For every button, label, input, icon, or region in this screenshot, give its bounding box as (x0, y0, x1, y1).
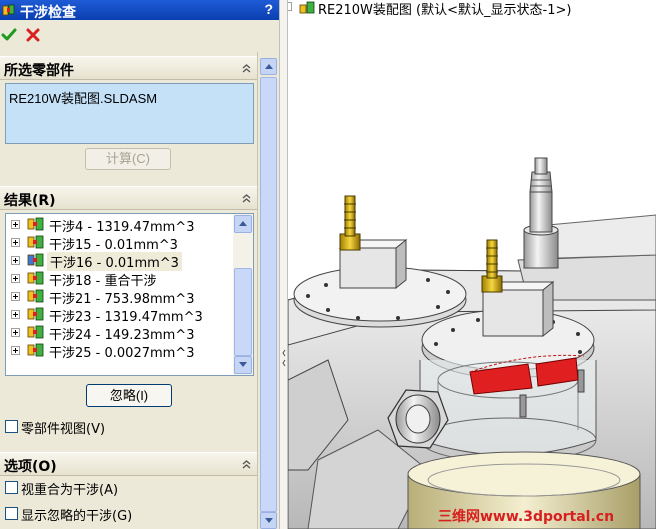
expand-toggle[interactable] (11, 346, 20, 355)
list-item[interactable]: RE210W装配图.SLDASM (9, 88, 157, 107)
panel-splitter[interactable] (279, 0, 288, 529)
checkbox-box[interactable] (5, 481, 18, 494)
ok-check-icon[interactable] (1, 27, 17, 43)
expand-toggle[interactable] (11, 256, 20, 265)
interference-icon (26, 216, 46, 232)
panel-scrollbar[interactable] (257, 52, 279, 529)
expand-toggle[interactable] (11, 292, 20, 301)
interference-icon (26, 234, 46, 250)
result-row[interactable]: 干涉25 - 0.0027mm^3 (6, 341, 232, 361)
checkbox-label: 零部件视图(V) (21, 422, 106, 437)
cancel-x-icon[interactable] (25, 27, 41, 43)
expand-toggle[interactable] (11, 274, 20, 283)
expand-toggle[interactable] (11, 238, 20, 247)
results-section-header[interactable]: 结果(R) (0, 186, 257, 210)
expand-toggle[interactable] (288, 2, 292, 11)
watermark: 三维网www.3dportal.cn (438, 509, 615, 525)
assembly-3d-view[interactable] (288, 0, 656, 529)
checkbox-box[interactable] (5, 420, 18, 433)
selected-components-section-header[interactable]: 所选零部件 (0, 56, 257, 80)
interference-check-icon (2, 4, 15, 16)
panel-title: 干涉检查 (20, 5, 76, 21)
scroll-up-button[interactable] (260, 58, 277, 75)
ignore-button[interactable]: 忽略(I) (86, 384, 172, 407)
assembly-name[interactable]: RE210W装配图 (默认<默认_显示状态-1>) (318, 0, 571, 18)
collapse-chevron-icon[interactable] (240, 62, 253, 75)
result-label[interactable]: 干涉25 - 0.0027mm^3 (49, 342, 194, 361)
scroll-down-button[interactable] (234, 356, 252, 374)
section-title: 选项(O) (4, 459, 57, 475)
expand-toggle[interactable] (11, 328, 20, 337)
scroll-thumb[interactable] (260, 77, 277, 512)
interference-icon (26, 342, 46, 358)
property-manager-panel: 干涉检查 ? 所选零部件 RE210W装配图.SLDASM 计算(C) 结果(R… (0, 0, 279, 529)
show-ignored-checkbox[interactable]: 显示忽略的干涉(G) (5, 505, 255, 524)
result-row[interactable]: 干涉23 - 1319.47mm^3 (6, 305, 232, 325)
interference-icon (26, 288, 46, 304)
options-section-header[interactable]: 选项(O) (0, 452, 257, 476)
scroll-down-button[interactable] (260, 512, 277, 529)
expand-toggle[interactable] (11, 220, 20, 229)
result-row[interactable]: 干涉18 - 重合干涉 (6, 269, 232, 289)
scroll-thumb[interactable] (234, 268, 252, 356)
splitter-grip-icon[interactable] (282, 348, 286, 370)
help-button[interactable]: ? (264, 1, 273, 17)
assembly-icon (299, 1, 315, 14)
checkbox-label: 显示忽略的干涉(G) (21, 509, 133, 524)
checkbox-label: 视重合为干涉(A) (21, 483, 119, 498)
scroll-up-button[interactable] (234, 215, 252, 233)
graphics-viewport[interactable]: RE210W装配图 (默认<默认_显示状态-1>) 三维网www.3dporta… (288, 0, 656, 529)
interference-icon (26, 270, 46, 286)
selected-components-list[interactable]: RE210W装配图.SLDASM (5, 83, 254, 144)
interference-icon (26, 252, 46, 268)
component-view-checkbox[interactable]: 零部件视图(V) (5, 418, 255, 437)
section-title: 结果(R) (4, 193, 56, 209)
checkbox-box[interactable] (5, 507, 18, 520)
results-scrollbar[interactable] (233, 214, 253, 375)
result-row[interactable]: 干涉24 - 149.23mm^3 (6, 323, 232, 343)
section-title: 所选零部件 (4, 63, 74, 79)
interference-icon (26, 324, 46, 340)
collapse-chevron-icon[interactable] (240, 458, 253, 471)
coincidence-as-interference-checkbox[interactable]: 视重合为干涉(A) (5, 479, 255, 498)
interference-icon (26, 306, 46, 322)
calculate-button[interactable]: 计算(C) (85, 148, 171, 170)
result-row[interactable]: 干涉15 - 0.01mm^3 (6, 233, 232, 253)
result-row[interactable]: 干涉21 - 753.98mm^3 (6, 287, 232, 307)
results-tree[interactable]: 干涉4 - 1319.47mm^3 干涉15 - 0.01mm^3 干涉16 - 0… (5, 213, 254, 376)
result-row[interactable]: 干涉16 - 0.01mm^3 (6, 251, 232, 271)
expand-toggle[interactable] (11, 310, 20, 319)
result-row[interactable]: 干涉4 - 1319.47mm^3 (6, 215, 232, 235)
collapse-chevron-icon[interactable] (240, 192, 253, 205)
panel-title-bar: 干涉检查 ? (0, 0, 279, 21)
